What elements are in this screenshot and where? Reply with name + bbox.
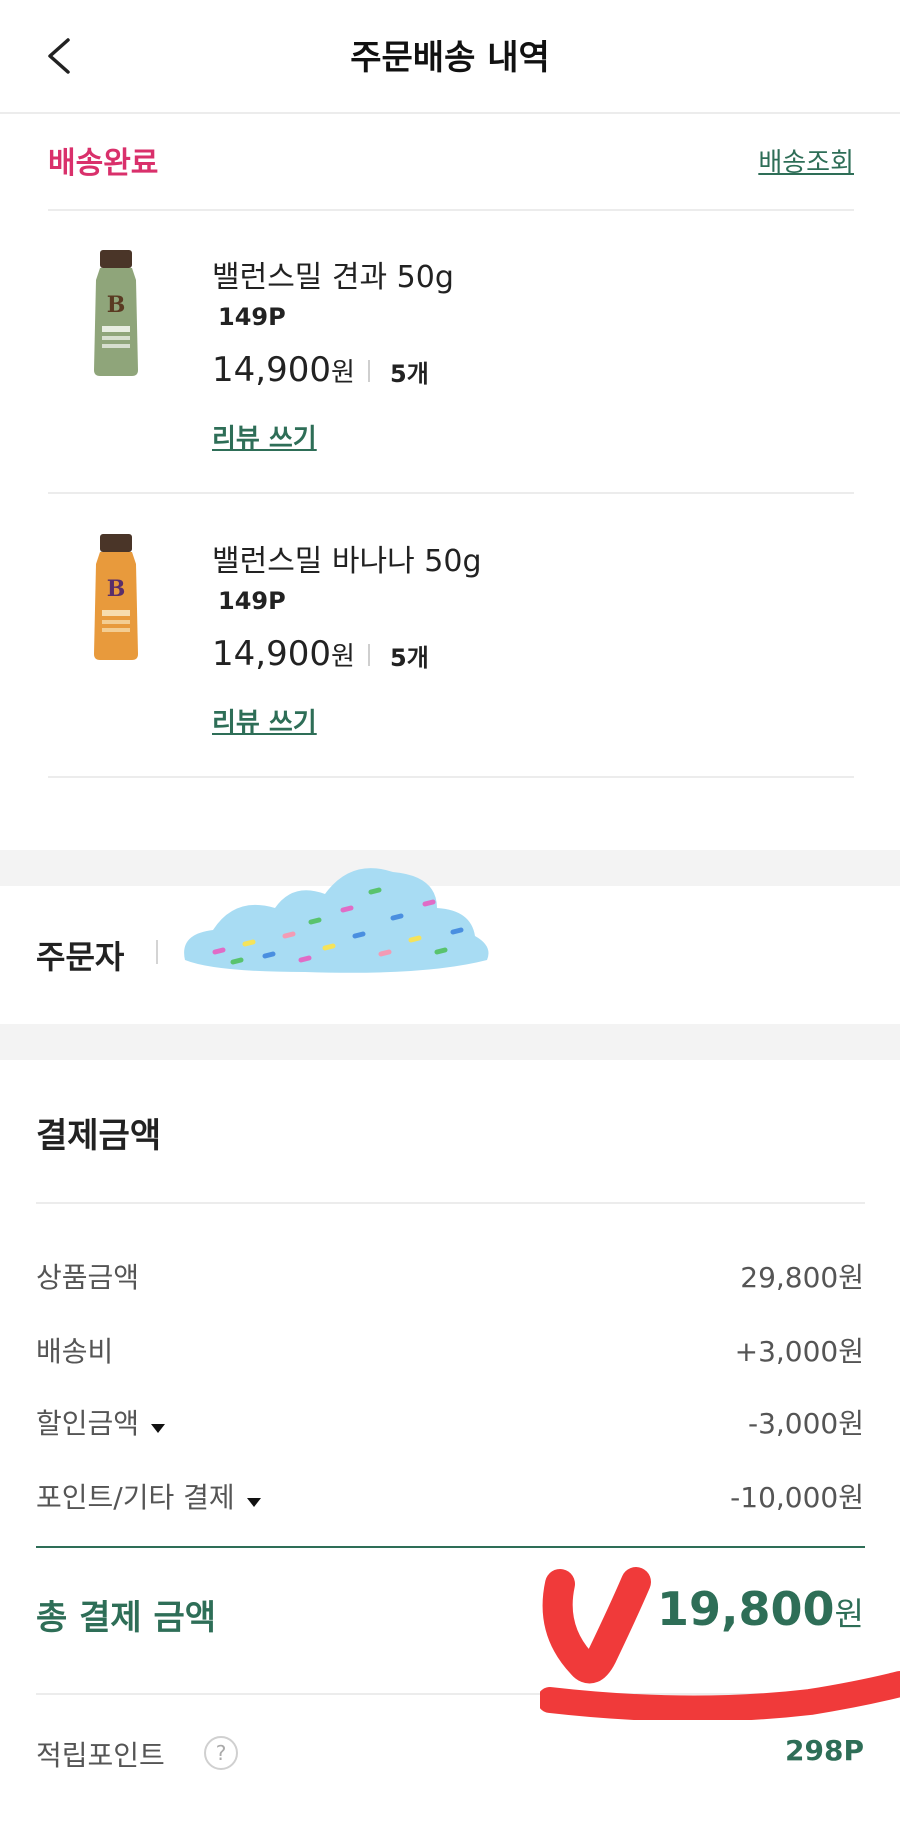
divider (48, 492, 854, 494)
earned-points-value: 298P (785, 1734, 864, 1767)
write-review-button[interactable]: 리뷰 쓰기 (212, 418, 317, 455)
annotation-checkmark (540, 1567, 900, 1720)
payment-title: 결제금액 (36, 1116, 162, 1156)
help-icon[interactable]: ? (204, 1736, 238, 1770)
subtotal-label: 상품금액 (36, 1261, 140, 1294)
price-amount: 14,900 (212, 350, 331, 390)
product-name[interactable]: 밸런스밀 견과 50g (212, 252, 454, 296)
caret-down-icon[interactable] (246, 1498, 261, 1507)
product-points: 149P (218, 303, 286, 331)
orderer-label: 주문자 (36, 938, 125, 976)
product-image[interactable]: B (86, 250, 146, 378)
product-quantity: 5개 (390, 360, 429, 388)
price-currency: 원 (330, 642, 355, 672)
shipping-value: +3,000원 (734, 1335, 864, 1368)
total-label: 총 결제 금액 (36, 1598, 217, 1638)
separator (368, 644, 370, 666)
app-header: 주문배송 내역 (0, 0, 900, 114)
section-gap (0, 1024, 900, 1060)
discount-value: -3,000원 (747, 1407, 864, 1440)
redaction-scribble (184, 868, 489, 973)
shipping-label: 배송비 (36, 1335, 114, 1368)
delivery-status: 배송완료 (48, 146, 159, 181)
discount-toggle[interactable]: 할인금액 (36, 1402, 166, 1442)
svg-text:B: B (107, 292, 126, 318)
product-quantity: 5개 (390, 644, 429, 672)
separator (368, 360, 370, 382)
divider (48, 776, 854, 778)
product-price: 14,900원 (212, 350, 355, 390)
product-price: 14,900원 (212, 634, 355, 674)
price-currency: 원 (330, 358, 355, 388)
price-amount: 14,900 (212, 634, 331, 674)
divider (48, 209, 854, 211)
product-points: 149P (218, 587, 286, 615)
points-payment-toggle[interactable]: 포인트/기타 결제 (36, 1476, 261, 1516)
divider (36, 1202, 865, 1204)
tracking-link[interactable]: 배송조회 (758, 142, 854, 179)
product-image[interactable]: B (86, 534, 146, 662)
write-review-button[interactable]: 리뷰 쓰기 (212, 702, 317, 739)
product-name[interactable]: 밸런스밀 바나나 50g (212, 536, 482, 580)
points-payment-value: -10,000원 (730, 1481, 864, 1514)
total-divider (36, 1546, 865, 1548)
caret-down-icon[interactable] (151, 1424, 166, 1433)
svg-text:B: B (107, 576, 126, 602)
discount-label: 할인금액 (36, 1407, 140, 1440)
separator (156, 940, 158, 964)
points-payment-label: 포인트/기타 결제 (36, 1481, 235, 1514)
page-title: 주문배송 내역 (350, 38, 550, 78)
earned-points-label: 적립포인트 (36, 1739, 165, 1772)
subtotal-value: 29,800원 (740, 1261, 864, 1294)
